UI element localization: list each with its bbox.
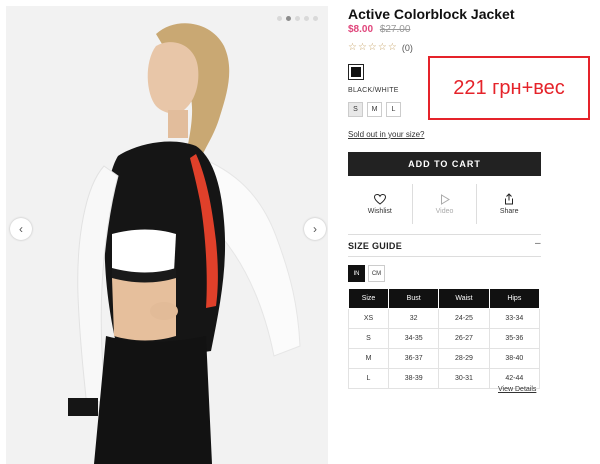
table-cell: 28-29 [438, 348, 490, 369]
size-guide-collapse-icon[interactable]: – [535, 238, 541, 249]
table-cell: 38-40 [488, 348, 541, 369]
column-header: Size [347, 288, 390, 309]
price-annotation: 221 грн+вес [428, 56, 590, 120]
original-price: $27.00 [379, 24, 411, 35]
table-cell: XS [347, 308, 390, 329]
view-details-link[interactable]: View Details [498, 386, 536, 393]
table-cell: S [347, 328, 390, 349]
add-to-cart-button[interactable]: ADD TO CART [348, 152, 541, 176]
sold-out-link[interactable]: Sold out in your size? [348, 130, 425, 139]
unit-cm-button[interactable]: CM [368, 265, 385, 282]
rating-stars-icon: ☆☆☆☆☆ [348, 42, 398, 53]
table-cell: M [347, 348, 390, 369]
chevron-left-icon: ‹ [19, 222, 23, 236]
next-image-button[interactable]: › [304, 218, 326, 240]
carousel-dot[interactable] [277, 16, 282, 21]
table-cell: L [347, 368, 390, 389]
play-icon [440, 193, 450, 205]
product-title: Active Colorblock Jacket [348, 6, 515, 22]
color-swatch-black-white[interactable] [348, 64, 364, 80]
prev-image-button[interactable]: ‹ [10, 218, 32, 240]
table-cell: 38-39 [388, 368, 440, 389]
table-cell: 30-31 [438, 368, 490, 389]
share-icon [505, 193, 514, 205]
table-cell: 24-25 [438, 308, 490, 329]
chevron-right-icon: › [313, 222, 317, 236]
selected-color-name: BLACK/WHITE [348, 87, 399, 94]
unit-in-button[interactable]: IN [348, 265, 365, 282]
video-button[interactable]: Video [413, 184, 478, 224]
share-button[interactable]: Share [477, 184, 541, 224]
table-cell: 32 [388, 308, 440, 329]
table-cell: 35-36 [488, 328, 541, 349]
table-row: XS 32 24-25 33-34 [347, 308, 541, 329]
carousel-dot[interactable] [304, 16, 309, 21]
carousel-dot[interactable] [295, 16, 300, 21]
size-option-s[interactable]: S [348, 102, 363, 117]
table-header-row: Size Bust Waist Hips [347, 288, 541, 309]
divider [348, 234, 541, 235]
swatch-fill [351, 67, 361, 77]
share-label: Share [499, 208, 519, 215]
wishlist-label: Wishlist [367, 207, 392, 215]
divider [348, 256, 541, 257]
carousel-dot-active[interactable] [286, 16, 291, 21]
column-header: Hips [488, 288, 541, 309]
size-selector: S M L [348, 102, 401, 117]
size-option-m[interactable]: M [367, 102, 382, 117]
size-guide-title[interactable]: SIZE GUIDE [348, 241, 402, 251]
table-row: M 36-37 28-29 38-40 [347, 348, 541, 369]
carousel-dots [277, 16, 318, 21]
product-photo[interactable]: ‹ › [6, 6, 328, 464]
size-option-l[interactable]: L [386, 102, 401, 117]
sale-price: $8.00 [348, 24, 374, 35]
model-image [6, 6, 328, 464]
video-label: Video [435, 207, 454, 215]
table-row: S 34-35 26-27 35-36 [347, 328, 541, 349]
carousel-dot[interactable] [313, 16, 318, 21]
column-header: Waist [438, 288, 490, 309]
table-cell: 34-35 [388, 328, 440, 349]
size-chart-table: Size Bust Waist Hips XS 32 24-25 33-34 S… [347, 288, 541, 389]
price-row: $8.00 $27.00 [348, 24, 410, 35]
table-cell: 36-37 [388, 348, 440, 369]
column-header: Bust [388, 288, 440, 309]
product-actions: Wishlist Video Share [348, 184, 541, 224]
wishlist-button[interactable]: Wishlist [348, 184, 413, 224]
heart-icon [373, 193, 386, 205]
table-cell: 26-27 [438, 328, 490, 349]
table-cell: 33-34 [488, 308, 541, 329]
rating-row[interactable]: ☆☆☆☆☆ (0) [348, 42, 413, 53]
review-count[interactable]: (0) [402, 43, 413, 53]
unit-toggle: IN CM [348, 265, 385, 282]
